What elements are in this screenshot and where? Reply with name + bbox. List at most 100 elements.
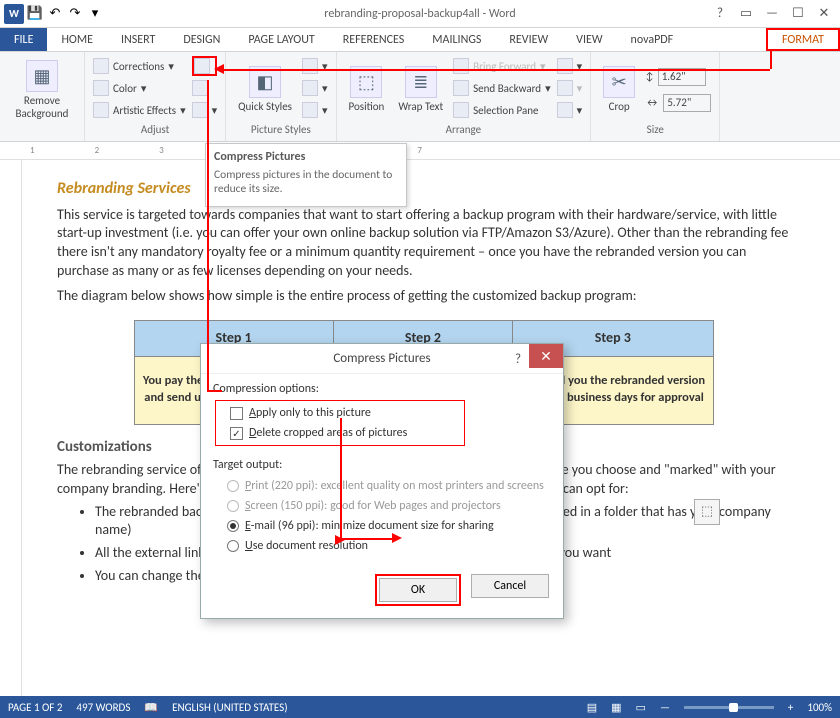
view-web-layout-icon[interactable]: ▭ — [636, 701, 646, 714]
radio-print — [227, 480, 239, 492]
zoom-out-button[interactable]: — — [660, 701, 670, 714]
tab-view[interactable]: VIEW — [562, 28, 616, 51]
corrections-button[interactable]: Corrections▾ — [93, 56, 186, 76]
tab-design[interactable]: DESIGN — [169, 28, 234, 51]
delete-cropped-checkbox[interactable]: ✓ — [230, 427, 243, 440]
vertical-ruler[interactable] — [0, 160, 22, 696]
position-label: Position — [349, 100, 385, 113]
artistic-effects-icon — [93, 102, 109, 118]
status-bar: PAGE 1 OF 2 497 WORDS 📖 ENGLISH (UNITED … — [0, 696, 840, 718]
radio-doc-resolution[interactable] — [227, 540, 239, 552]
radio-doc-resolution-label: Use document resolution — [245, 539, 368, 553]
tab-file[interactable]: FILE — [0, 28, 47, 51]
status-proofing-icon[interactable]: 📖 — [144, 701, 158, 714]
redo-icon[interactable]: ↷ — [66, 5, 84, 23]
picture-layout-button[interactable]: ▾ — [302, 100, 328, 120]
reset-picture-button[interactable]: ▾ — [192, 100, 218, 120]
change-picture-button[interactable] — [192, 78, 218, 98]
undo-icon[interactable]: ↶ — [46, 5, 64, 23]
align-button[interactable]: ▾ — [557, 56, 583, 76]
wrap-text-label: Wrap Text — [398, 100, 443, 113]
annotation-arrow-v0 — [770, 50, 772, 69]
align-icon — [557, 58, 573, 74]
status-language[interactable]: ENGLISH (UNITED STATES) — [172, 701, 287, 714]
radio-email-row[interactable]: E-mail (96 ppi): minimize document size … — [227, 516, 551, 536]
group-icon — [557, 80, 573, 96]
tab-home[interactable]: HOME — [47, 28, 107, 51]
apply-only-checkbox-row[interactable]: Apply only to this picture — [230, 403, 460, 423]
ok-button[interactable]: OK — [379, 578, 457, 602]
width-field[interactable]: ↔5.72" — [645, 93, 711, 113]
group-button[interactable]: ▾ — [557, 78, 583, 98]
crop-button[interactable]: ✂Crop — [599, 56, 639, 123]
dialog-help-button[interactable]: ? — [507, 348, 529, 370]
tab-format[interactable]: FORMAT — [766, 28, 840, 51]
heading-rebranding-services: Rebranding Services — [57, 178, 790, 200]
group-arrange: ⬚Position ≣Wrap Text Bring Forward▾ Send… — [337, 52, 592, 141]
tab-insert[interactable]: INSERT — [107, 28, 169, 51]
position-button[interactable]: ⬚Position — [345, 56, 389, 123]
annotation-arrow-v2 — [340, 418, 342, 538]
group-size-label: Size — [599, 123, 711, 139]
zoom-slider[interactable] — [684, 706, 774, 709]
send-backward-button[interactable]: Send Backward▾ — [453, 78, 550, 98]
radio-email[interactable] — [227, 520, 239, 532]
group-remove-background: ▦ Remove Background — [0, 52, 85, 141]
selection-pane-button[interactable]: Selection Pane — [453, 100, 550, 120]
save-icon[interactable]: 💾 — [26, 5, 44, 23]
group-size: ✂Crop ↕1.62" ↔5.72" Size — [591, 52, 720, 141]
selection-pane-label: Selection Pane — [473, 104, 538, 117]
dialog-titlebar[interactable]: Compress Pictures ? ✕ — [201, 344, 563, 374]
remove-background-button[interactable]: ▦ Remove Background — [8, 56, 76, 123]
color-button[interactable]: Color▾ — [93, 78, 186, 98]
color-icon — [93, 80, 109, 96]
tooltip-description: Compress pictures in the document to red… — [214, 168, 398, 196]
picture-effects-button[interactable]: ▾ — [302, 78, 328, 98]
title-bar: W 💾 ↶ ↷ ▾ rebranding-proposal-backup4all… — [0, 0, 840, 28]
apply-only-checkbox[interactable] — [230, 407, 243, 420]
tab-novapdf[interactable]: novaPDF — [617, 28, 688, 51]
ribbon-collapse-icon[interactable]: ▭ — [734, 4, 758, 24]
quick-styles-button[interactable]: ◧ Quick Styles — [234, 56, 296, 123]
delete-cropped-checkbox-row[interactable]: ✓ Delete cropped areas of pictures — [230, 423, 460, 443]
word-app-icon: W — [4, 4, 24, 24]
wrap-text-button[interactable]: ≣Wrap Text — [394, 56, 447, 123]
artistic-effects-button[interactable]: Artistic Effects▾ — [93, 100, 186, 120]
help-icon[interactable]: ? — [708, 4, 732, 24]
zoom-in-button[interactable]: + — [788, 701, 793, 714]
reset-picture-icon — [192, 102, 208, 118]
send-backward-label: Send Backward — [473, 82, 541, 95]
close-icon[interactable]: ✕ — [812, 4, 836, 24]
compression-options-label: Compression options: — [213, 382, 551, 396]
rotate-icon — [557, 102, 573, 118]
qat-dropdown-icon[interactable]: ▾ — [86, 5, 104, 23]
horizontal-ruler[interactable]: 1234567 — [0, 142, 840, 160]
width-value[interactable]: 5.72" — [663, 94, 711, 112]
view-read-mode-icon[interactable]: ▤ — [587, 701, 597, 714]
picture-border-button[interactable]: ▾ — [302, 56, 328, 76]
view-print-layout-icon[interactable]: ▦ — [611, 701, 621, 714]
zoom-slider-thumb[interactable] — [729, 703, 738, 712]
status-word-count[interactable]: 497 WORDS — [76, 701, 130, 714]
cancel-button[interactable]: Cancel — [471, 574, 549, 598]
compress-pictures-dialog: Compress Pictures ? ✕ Compression option… — [200, 343, 564, 619]
bring-forward-button[interactable]: Bring Forward▾ — [453, 56, 550, 76]
delete-cropped-label: Delete cropped areas of pictures — [249, 426, 407, 440]
height-icon: ↕ — [645, 70, 654, 83]
status-page[interactable]: PAGE 1 OF 2 — [8, 701, 62, 714]
send-backward-icon — [453, 80, 469, 96]
quick-styles-label: Quick Styles — [238, 100, 292, 113]
layout-options-button[interactable]: ⬚ — [694, 499, 720, 525]
zoom-level[interactable]: 100% — [807, 701, 832, 714]
tab-mailings[interactable]: MAILINGS — [418, 28, 495, 51]
tab-review[interactable]: REVIEW — [495, 28, 562, 51]
minimize-icon[interactable]: — — [760, 4, 784, 24]
maximize-icon[interactable]: ☐ — [786, 4, 810, 24]
window-title: rebranding-proposal-backup4all - Word — [324, 7, 515, 21]
paragraph-diagram-intro: The diagram below shows how simple is th… — [57, 287, 790, 306]
window-controls: ? ▭ — ☐ ✕ — [708, 4, 840, 24]
dialog-close-button[interactable]: ✕ — [529, 344, 563, 368]
rotate-button[interactable]: ▾ — [557, 100, 583, 120]
tab-references[interactable]: REFERENCES — [329, 28, 419, 51]
tab-page-layout[interactable]: PAGE LAYOUT — [234, 28, 328, 51]
